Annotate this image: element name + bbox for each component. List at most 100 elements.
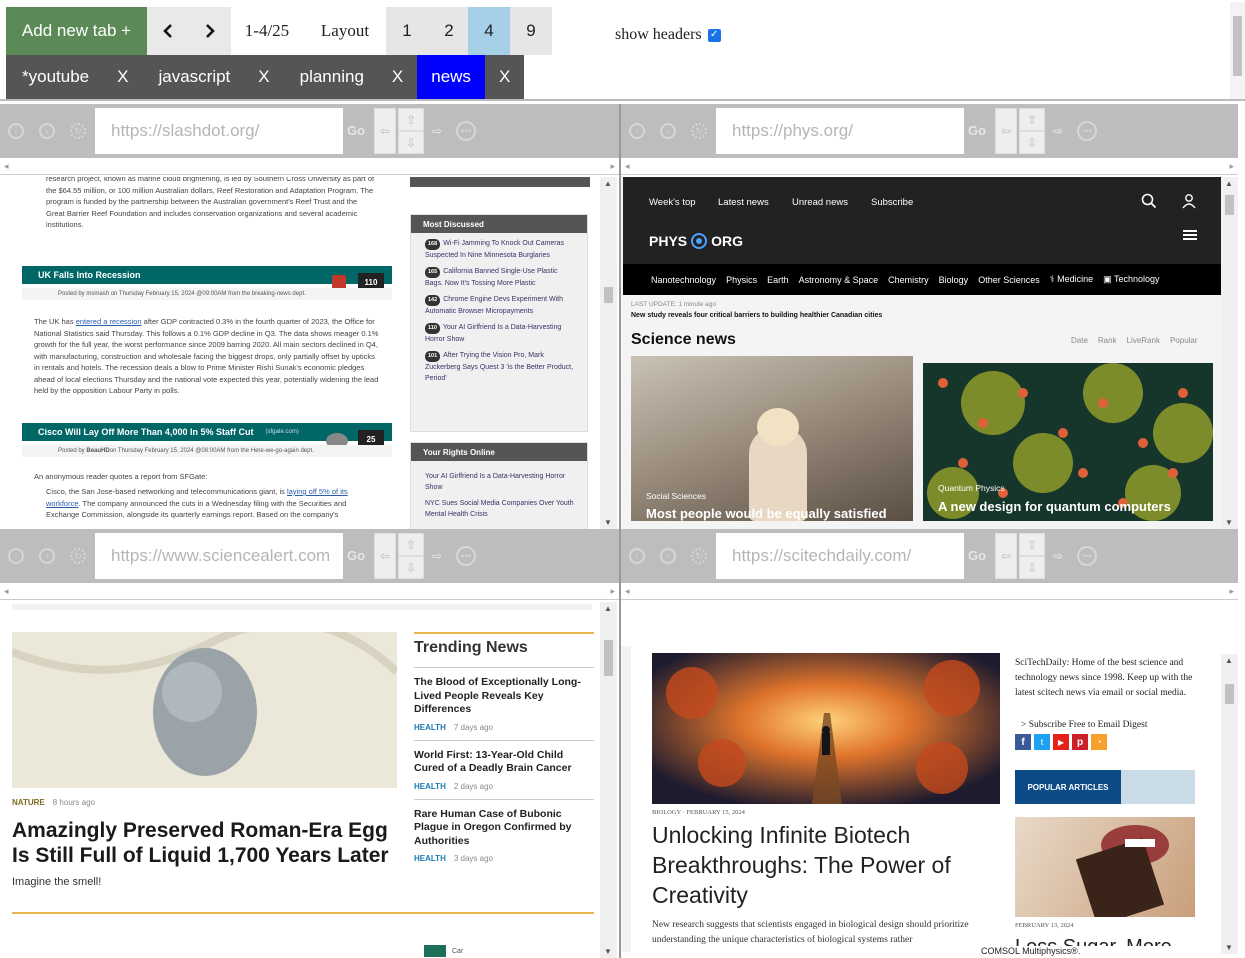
nav-other-sciences[interactable]: Other Sciences	[978, 275, 1040, 285]
subscribe-link[interactable]: > Subscribe Free to Email Digest	[1015, 718, 1195, 733]
go-button[interactable]: Go	[968, 123, 986, 138]
news-card[interactable]: Quantum Physics A new design for quantum…	[923, 363, 1213, 521]
horizontal-scrollbar[interactable]: ◂ ▸	[621, 583, 1238, 600]
move-down-icon[interactable]: ⇩	[1019, 131, 1045, 154]
toolbar-scrollbar[interactable]	[1230, 2, 1245, 99]
nav-technology[interactable]: ▣ Technology	[1103, 274, 1159, 285]
list-item[interactable]: NYC Sues Social Media Companies Over You…	[411, 493, 587, 520]
layout-option-9[interactable]: 9	[510, 7, 552, 55]
list-item[interactable]: 165 California Banned Single-Use Plastic …	[411, 261, 587, 289]
list-item[interactable]: 142 Chrome Engine Devs Experiment With Au…	[411, 289, 587, 317]
article-category[interactable]: NATURE 8 hours ago	[12, 798, 95, 807]
more-options-icon[interactable]: •••	[456, 546, 476, 566]
tab-news[interactable]: news X	[417, 55, 525, 99]
forward-icon[interactable]: ›	[660, 548, 676, 564]
move-right-icon[interactable]: ⇨	[426, 533, 448, 579]
tab-javascript[interactable]: javascript X	[142, 55, 283, 99]
main-article-title[interactable]: Amazingly Preserved Roman-Era Egg Is Sti…	[12, 818, 397, 868]
nav-biology[interactable]: Biology	[939, 275, 969, 285]
trending-item[interactable]: World First: 13-Year-Old Child Cured of …	[414, 749, 594, 791]
twitter-icon[interactable]: t	[1034, 734, 1050, 750]
show-headers-checkbox[interactable]: ✓	[707, 28, 721, 42]
add-tab-button[interactable]: Add new tab +	[6, 7, 147, 55]
sort-popular[interactable]: Popular	[1170, 336, 1198, 345]
youtube-icon[interactable]: ▶	[1053, 734, 1069, 750]
list-item[interactable]: 168 Wi-Fi Jamming To Knock Out Cameras Su…	[411, 233, 587, 261]
nav-chemistry[interactable]: Chemistry	[888, 275, 929, 285]
prev-page-button[interactable]	[147, 7, 189, 55]
go-button[interactable]: Go	[347, 123, 365, 138]
search-icon[interactable]	[1141, 193, 1157, 209]
trending-item[interactable]: Rare Human Case of Bubonic Plague in Ore…	[414, 808, 594, 864]
phys-logo[interactable]: PHYS ORG	[649, 231, 743, 251]
tab-close-button[interactable]: X	[244, 67, 283, 87]
move-down-icon[interactable]: ⇩	[398, 556, 424, 579]
menu-subscribe[interactable]: Subscribe	[871, 197, 913, 208]
layout-option-4[interactable]: 4	[468, 7, 510, 55]
nav-earth[interactable]: Earth	[767, 275, 789, 285]
move-up-icon[interactable]: ⇧	[1019, 108, 1045, 131]
back-icon[interactable]: ‹	[629, 123, 645, 139]
reload-icon[interactable]: ↻	[70, 548, 86, 564]
move-up-icon[interactable]: ⇧	[1019, 533, 1045, 556]
move-right-icon[interactable]: ⇨	[426, 108, 448, 154]
forward-icon[interactable]: ›	[39, 548, 55, 564]
menu-icon[interactable]	[1183, 229, 1197, 241]
menu-unread-news[interactable]: Unread news	[792, 197, 848, 208]
vertical-scrollbar[interactable]: ▲ ▼	[600, 602, 617, 958]
nav-physics[interactable]: Physics	[726, 275, 757, 285]
move-down-icon[interactable]: ⇩	[1019, 556, 1045, 579]
vertical-scrollbar[interactable]: ▲ ▼	[1221, 654, 1238, 954]
user-icon[interactable]	[1181, 193, 1197, 209]
move-right-icon[interactable]: ⇨	[1047, 533, 1069, 579]
back-icon[interactable]: ‹	[8, 548, 24, 564]
next-page-button[interactable]	[189, 7, 231, 55]
article-image[interactable]	[652, 653, 1000, 804]
facebook-icon[interactable]: f	[1015, 734, 1031, 750]
reload-icon[interactable]: ↻	[691, 548, 707, 564]
nav-astronomy[interactable]: Astronomy & Space	[799, 275, 879, 285]
move-left-icon[interactable]: ⇦	[374, 108, 396, 154]
move-left-icon[interactable]: ⇦	[374, 533, 396, 579]
move-up-icon[interactable]: ⇧	[398, 108, 424, 131]
nav-medicine[interactable]: ⚕ Medicine	[1050, 274, 1093, 285]
story-link[interactable]: entered a recession	[76, 317, 142, 326]
move-left-icon[interactable]: ⇦	[995, 533, 1017, 579]
move-up-icon[interactable]: ⇧	[398, 533, 424, 556]
tab-close-button[interactable]: X	[485, 67, 524, 87]
url-input[interactable]: https://scitechdaily.com/	[716, 533, 964, 579]
url-input[interactable]: https://slashdot.org/	[95, 108, 343, 154]
reload-icon[interactable]: ↻	[70, 123, 86, 139]
horizontal-scrollbar[interactable]: ◂ ▸	[621, 158, 1238, 175]
vertical-scrollbar[interactable]: ▲ ▼	[600, 177, 617, 529]
move-right-icon[interactable]: ⇨	[1047, 108, 1069, 154]
tab-close-button[interactable]: X	[378, 67, 417, 87]
move-down-icon[interactable]: ⇩	[398, 131, 424, 154]
nav-nanotechnology[interactable]: Nanotechnology	[651, 275, 716, 285]
layout-option-2[interactable]: 2	[428, 7, 470, 55]
back-icon[interactable]: ‹	[629, 548, 645, 564]
popular-article-image[interactable]	[1015, 817, 1195, 927]
more-options-icon[interactable]: •••	[456, 121, 476, 141]
more-options-icon[interactable]: •••	[1077, 121, 1097, 141]
menu-latest-news[interactable]: Latest news	[718, 197, 769, 208]
layout-option-1[interactable]: 1	[386, 7, 428, 55]
list-item[interactable]: 101 After Trying the Vision Pro, Mark Zuc…	[411, 345, 587, 384]
more-options-icon[interactable]: •••	[1077, 546, 1097, 566]
horizontal-scrollbar[interactable]: ◂ ▸	[0, 158, 619, 175]
vertical-scrollbar[interactable]: ▲ ▼	[1221, 177, 1238, 529]
list-item[interactable]: 110 Your AI Girlfriend Is a Data-Harvesti…	[411, 317, 587, 345]
news-card[interactable]: Social Sciences Most people would be equ…	[631, 356, 913, 521]
forward-icon[interactable]: ›	[39, 123, 55, 139]
reload-icon[interactable]: ↻	[691, 123, 707, 139]
trending-item[interactable]: The Blood of Exceptionally Long-Lived Pe…	[414, 676, 594, 732]
sort-liverank[interactable]: LiveRank	[1127, 336, 1160, 345]
list-item[interactable]: Your AI Girlfriend Is a Data-Harvesting …	[411, 461, 587, 493]
latest-headline[interactable]: New study reveals four critical barriers…	[631, 312, 882, 319]
go-button[interactable]: Go	[968, 548, 986, 563]
tab-close-button[interactable]: X	[103, 67, 142, 87]
tab-youtube[interactable]: *youtube X	[6, 55, 142, 99]
go-button[interactable]: Go	[347, 548, 365, 563]
sort-date[interactable]: Date	[1071, 336, 1088, 345]
sort-rank[interactable]: Rank	[1098, 336, 1117, 345]
